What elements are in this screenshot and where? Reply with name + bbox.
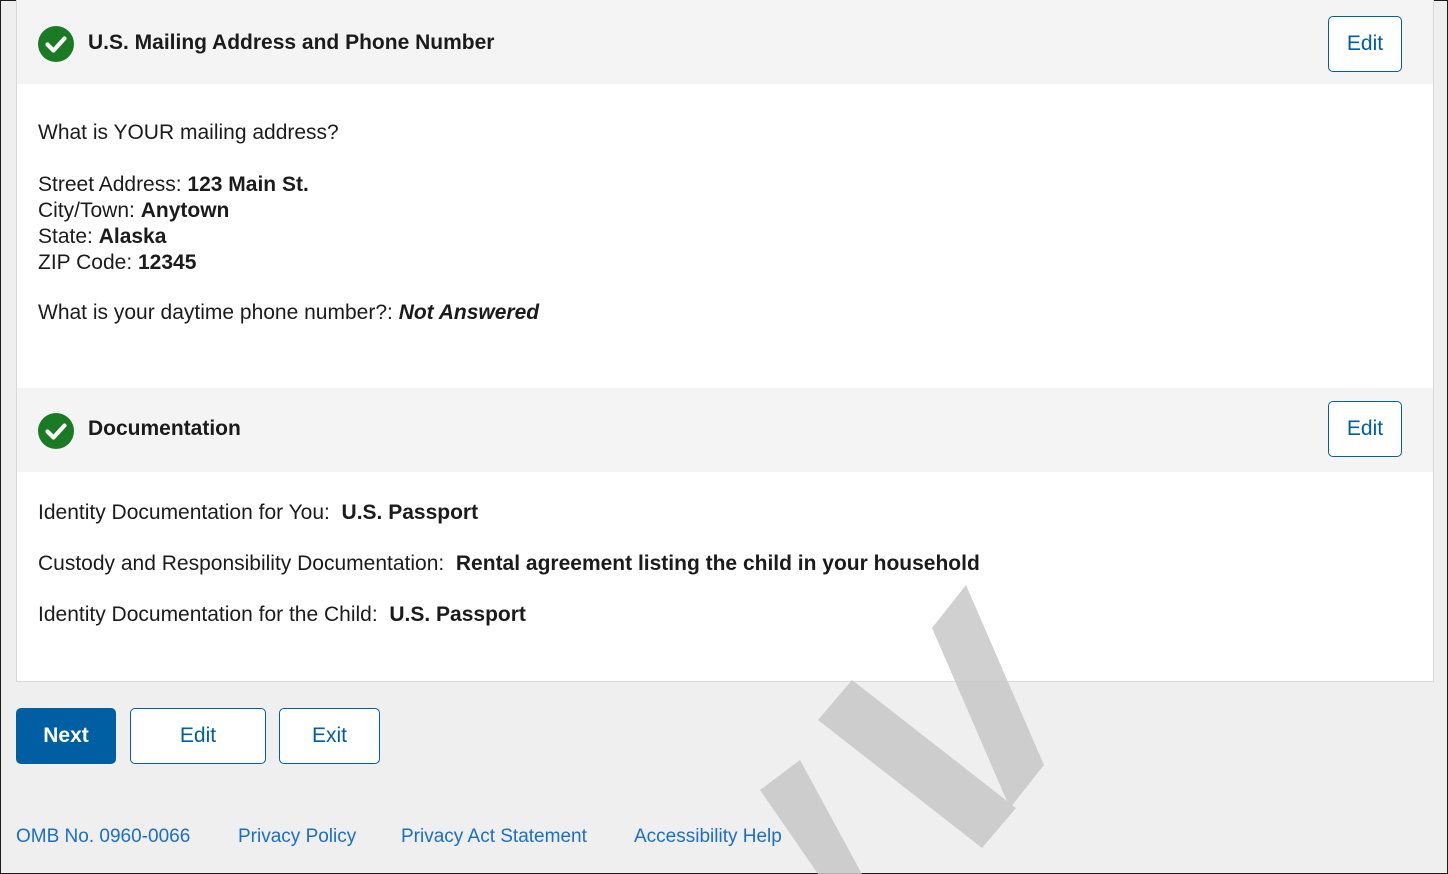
next-button[interactable]: Next [16,708,116,764]
phone-label: What is your daytime phone number?: [38,301,399,324]
check-circle-icon [38,26,74,62]
identity-child-label: Identity Documentation for the Child: [38,603,390,626]
state-value: Alaska [98,225,167,248]
edit-button[interactable]: Edit [130,708,266,764]
state-row: State: Alaska [38,224,309,250]
mailing-question: What is YOUR mailing address? [38,121,339,144]
identity-you-value: U.S. Passport [341,501,479,524]
check-circle-icon [38,413,74,449]
summary-card: U.S. Mailing Address and Phone Number Ed… [16,0,1434,682]
custody-value: Rental agreement listing the child in yo… [455,552,980,575]
address-block: Street Address: 123 Main St. City/Town: … [38,172,309,276]
mailing-edit-button[interactable]: Edit [1328,16,1402,72]
street-label: Street Address: [38,173,188,196]
accessibility-help-link[interactable]: Accessibility Help [634,826,782,848]
mailing-section-header: U.S. Mailing Address and Phone Number Ed… [17,0,1433,84]
identity-you-row: Identity Documentation for You: U.S. Pas… [38,501,478,525]
exit-button[interactable]: Exit [279,708,380,764]
city-label: City/Town: [38,199,141,222]
zip-label: ZIP Code: [38,251,138,274]
state-label: State: [38,225,99,248]
identity-you-label: Identity Documentation for You: [38,501,342,524]
phone-value: Not Answered [398,301,540,324]
documentation-edit-button[interactable]: Edit [1328,401,1402,457]
street-row: Street Address: 123 Main St. [38,172,309,198]
identity-child-row: Identity Documentation for the Child: U.… [38,603,526,627]
custody-label: Custody and Responsibility Documentation… [38,552,456,575]
street-value: 123 Main St. [187,173,309,196]
custody-row: Custody and Responsibility Documentation… [38,552,980,576]
documentation-section-title: Documentation [88,417,241,440]
zip-row: ZIP Code: 12345 [38,250,309,276]
privacy-act-statement-link[interactable]: Privacy Act Statement [401,826,587,848]
city-value: Anytown [140,199,230,222]
identity-child-value: U.S. Passport [389,603,526,626]
omb-number-link[interactable]: OMB No. 0960-0066 [16,826,190,848]
zip-value: 12345 [138,251,197,274]
mailing-section-title: U.S. Mailing Address and Phone Number [88,31,495,54]
phone-row: What is your daytime phone number?: Not … [38,301,539,325]
privacy-policy-link[interactable]: Privacy Policy [238,826,356,848]
city-row: City/Town: Anytown [38,198,309,224]
documentation-section-header: Documentation Edit [17,388,1433,472]
